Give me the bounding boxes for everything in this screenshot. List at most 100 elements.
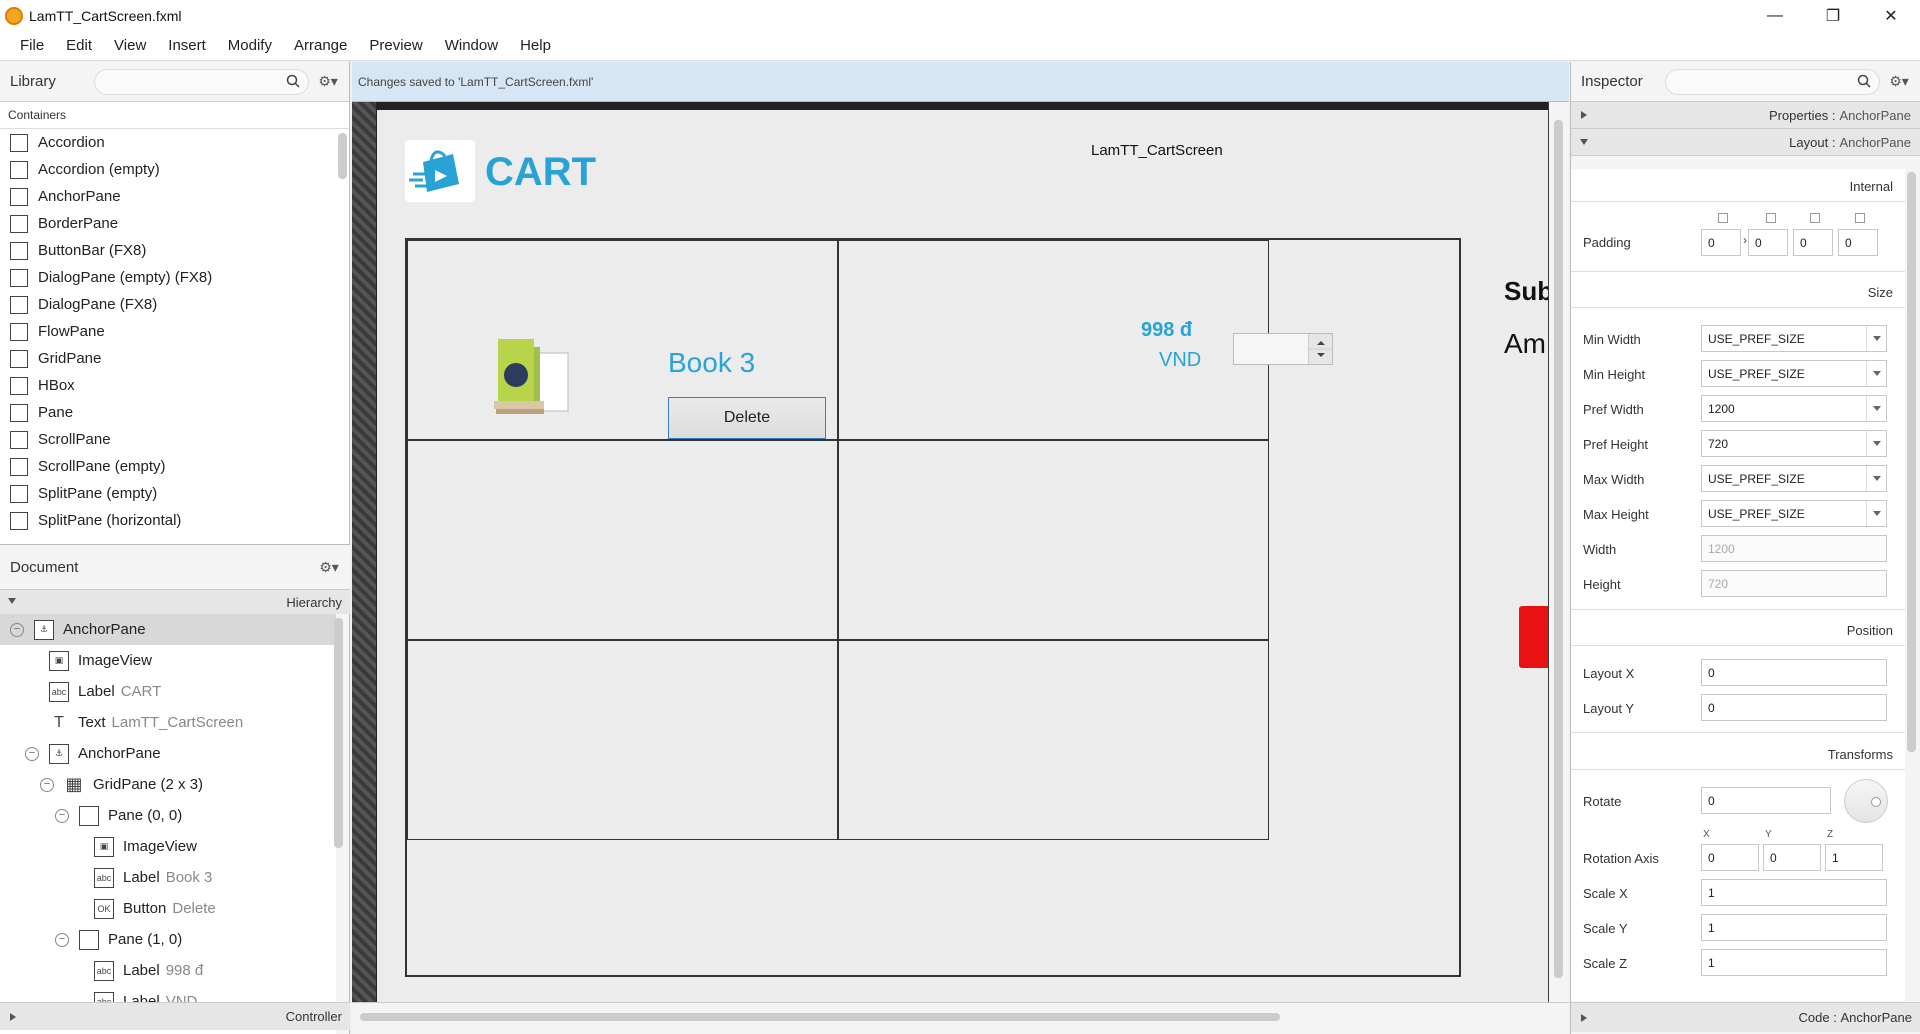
dropdown-arrow-icon[interactable] xyxy=(1866,501,1886,526)
code-section-bar[interactable]: Code : AnchorPane xyxy=(1571,1002,1920,1032)
library-item[interactable]: SplitPane (horizontal) xyxy=(0,507,349,534)
library-item[interactable]: ScrollPane xyxy=(0,426,349,453)
layout-x-input[interactable]: 0 xyxy=(1701,659,1887,686)
tree-node-text[interactable]: T Text LamTT_CartScreen xyxy=(0,707,336,738)
tree-node-imageview[interactable]: ▣ ImageView xyxy=(0,645,336,676)
scale-z-input[interactable]: 1 xyxy=(1701,949,1887,976)
properties-section-bar[interactable]: Properties : AnchorPane xyxy=(1571,102,1920,129)
library-item[interactable]: ButtonBar (FX8) xyxy=(0,237,349,264)
amount-label[interactable]: Am xyxy=(1504,328,1546,360)
library-item[interactable]: SplitPane (empty) xyxy=(0,480,349,507)
inspector-search-input[interactable] xyxy=(1665,68,1880,95)
tree-node-imageview[interactable]: ▣ ImageView xyxy=(0,831,336,862)
controller-bar[interactable]: Controller xyxy=(0,1002,350,1030)
max-width-select[interactable]: USE_PREF_SIZE xyxy=(1701,465,1887,492)
menu-view[interactable]: View xyxy=(103,37,157,54)
menu-file[interactable]: File xyxy=(0,37,55,54)
menu-edit[interactable]: Edit xyxy=(55,37,103,54)
restore-button[interactable]: ❐ xyxy=(1804,0,1862,31)
currency-label[interactable]: VND xyxy=(1159,349,1201,372)
close-button[interactable]: ✕ xyxy=(1862,0,1920,31)
tree-node-label-cart[interactable]: abc Label CART xyxy=(0,676,336,707)
scale-y-input[interactable]: 1 xyxy=(1701,914,1887,941)
dropdown-arrow-icon[interactable] xyxy=(1866,466,1886,491)
library-item[interactable]: Accordion (empty) xyxy=(0,156,349,183)
grid-cell-1-2[interactable] xyxy=(838,640,1269,840)
rotation-axis-x-input[interactable]: 0 xyxy=(1701,844,1759,871)
tree-node-anchorpane[interactable]: − ⚓ AnchorPane xyxy=(0,614,336,645)
design-stage[interactable]: CART LamTT_CartScreen Book 3 Delete 998 … xyxy=(376,110,1548,1008)
hierarchy-scrollbar[interactable] xyxy=(334,618,343,848)
tree-node-anchorpane-inner[interactable]: − ⚓ AnchorPane xyxy=(0,738,336,769)
collapse-icon[interactable]: − xyxy=(40,777,54,792)
rotate-dial[interactable] xyxy=(1844,779,1888,823)
min-height-select[interactable]: USE_PREF_SIZE xyxy=(1701,360,1887,387)
canvas-horizontal-scrollbar[interactable] xyxy=(352,1002,1569,1034)
minimize-button[interactable]: — xyxy=(1746,0,1804,31)
menu-preview[interactable]: Preview xyxy=(358,37,433,54)
tree-node-gridpane[interactable]: − ▦ GridPane (2 x 3) xyxy=(0,769,336,800)
dropdown-arrow-icon[interactable] xyxy=(1866,326,1886,351)
rotation-axis-z-input[interactable]: 1 xyxy=(1825,844,1883,871)
library-gear-icon[interactable]: ⚙▾ xyxy=(317,71,339,93)
pref-height-select[interactable]: 720 xyxy=(1701,430,1887,457)
checkout-button[interactable] xyxy=(1519,606,1548,668)
scale-x-input[interactable]: 1 xyxy=(1701,879,1887,906)
library-item[interactable]: DialogPane (FX8) xyxy=(0,291,349,318)
quantity-spinner[interactable] xyxy=(1233,333,1333,365)
grid-cell-0-2[interactable] xyxy=(407,640,838,840)
padding-right-input[interactable]: 0 xyxy=(1748,229,1788,256)
canvas-vertical-scrollbar[interactable] xyxy=(1549,102,1569,1002)
inspector-gear-icon[interactable]: ⚙▾ xyxy=(1888,71,1910,93)
menu-help[interactable]: Help xyxy=(509,37,562,54)
library-item[interactable]: HBox xyxy=(0,372,349,399)
library-item[interactable]: BorderPane xyxy=(0,210,349,237)
library-item[interactable]: AnchorPane xyxy=(0,183,349,210)
menu-window[interactable]: Window xyxy=(434,37,509,54)
grid-cell-0-0[interactable]: Book 3 Delete xyxy=(407,240,838,440)
menu-arrange[interactable]: Arrange xyxy=(283,37,358,54)
inspector-scrollbar[interactable] xyxy=(1907,172,1916,752)
tree-node-label-book[interactable]: abc Label Book 3 xyxy=(0,862,336,893)
collapse-icon[interactable]: − xyxy=(55,808,69,823)
padding-link-icon[interactable]: › xyxy=(1743,233,1747,247)
library-item[interactable]: FlowPane xyxy=(0,318,349,345)
price-label[interactable]: 998 đ xyxy=(1141,319,1192,342)
library-item[interactable]: DialogPane (empty) (FX8) xyxy=(0,264,349,291)
book-title-label[interactable]: Book 3 xyxy=(668,347,755,379)
layout-section-bar[interactable]: Layout : AnchorPane xyxy=(1571,129,1920,156)
rotate-input[interactable]: 0 xyxy=(1701,787,1831,814)
cart-logo-image[interactable] xyxy=(405,140,475,202)
spinner-buttons[interactable] xyxy=(1308,334,1333,364)
book-cover-image[interactable] xyxy=(488,331,590,421)
tree-node-label-price[interactable]: abc Label 998 đ xyxy=(0,955,336,986)
menu-insert[interactable]: Insert xyxy=(157,37,217,54)
library-item[interactable]: GridPane xyxy=(0,345,349,372)
rotation-axis-y-input[interactable]: 0 xyxy=(1763,844,1821,871)
library-scrollbar[interactable] xyxy=(338,133,347,179)
dropdown-arrow-icon[interactable] xyxy=(1866,396,1886,421)
library-section-containers[interactable]: Containers xyxy=(0,102,349,129)
layout-y-input[interactable]: 0 xyxy=(1701,694,1887,721)
canvas-vertical-scroll-thumb[interactable] xyxy=(1554,120,1563,978)
padding-bottom-input[interactable]: 0 xyxy=(1793,229,1833,256)
document-gear-icon[interactable]: ⚙▾ xyxy=(318,556,340,578)
grid-cell-1-1[interactable] xyxy=(838,440,1269,640)
library-item[interactable]: ScrollPane (empty) xyxy=(0,453,349,480)
library-search-input[interactable] xyxy=(94,68,309,95)
collapse-icon[interactable]: − xyxy=(55,932,69,947)
menu-modify[interactable]: Modify xyxy=(217,37,283,54)
library-item[interactable]: Accordion xyxy=(0,129,349,156)
tree-node-button-delete[interactable]: OK Button Delete xyxy=(0,893,336,924)
cart-gridpane[interactable]: Book 3 Delete 998 đ VND xyxy=(405,238,1461,977)
collapse-icon[interactable]: − xyxy=(25,746,39,761)
canvas-horizontal-scroll-thumb[interactable] xyxy=(360,1013,1280,1021)
padding-top-input[interactable]: 0 xyxy=(1701,229,1741,256)
dropdown-arrow-icon[interactable] xyxy=(1866,431,1886,456)
library-item[interactable]: Pane xyxy=(0,399,349,426)
dropdown-arrow-icon[interactable] xyxy=(1866,361,1886,386)
min-width-select[interactable]: USE_PREF_SIZE xyxy=(1701,325,1887,352)
collapse-icon[interactable]: − xyxy=(10,622,24,637)
pref-width-select[interactable]: 1200 xyxy=(1701,395,1887,422)
hierarchy-bar[interactable]: Hierarchy xyxy=(0,590,350,614)
